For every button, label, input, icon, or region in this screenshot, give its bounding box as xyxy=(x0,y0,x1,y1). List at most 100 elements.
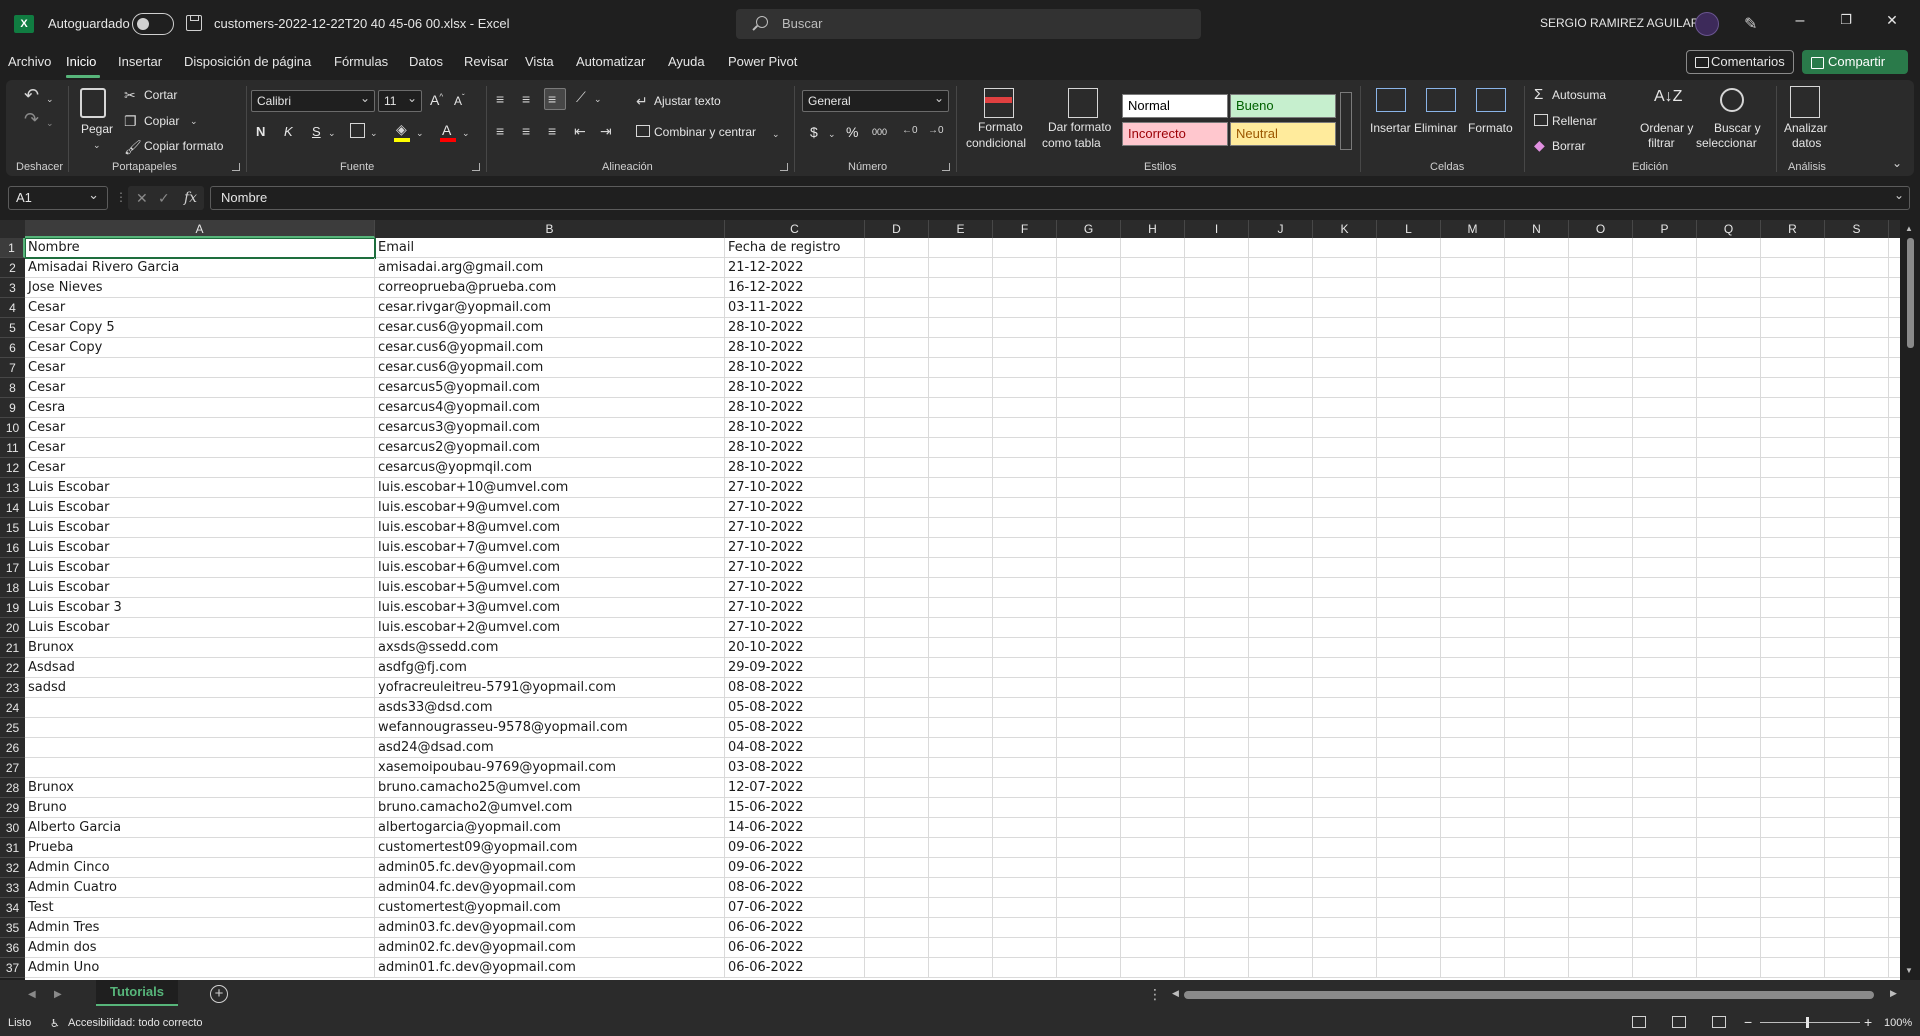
cell[interactable] xyxy=(1441,858,1505,878)
cell[interactable] xyxy=(1313,538,1377,558)
insert-function-icon[interactable]: fx xyxy=(184,186,197,210)
cell[interactable] xyxy=(993,678,1057,698)
row-header[interactable]: 14 xyxy=(0,498,25,518)
cell[interactable] xyxy=(1505,558,1569,578)
cell[interactable] xyxy=(1249,298,1313,318)
tab-insertar[interactable]: Insertar xyxy=(118,54,162,69)
cell[interactable] xyxy=(1761,558,1825,578)
cell[interactable] xyxy=(1121,278,1185,298)
cell[interactable] xyxy=(1057,958,1121,978)
cell[interactable] xyxy=(1377,938,1441,958)
cell[interactable]: bruno.camacho25@umvel.com xyxy=(375,778,725,798)
cell[interactable] xyxy=(1569,278,1633,298)
cell[interactable]: 07-06-2022 xyxy=(725,898,865,918)
cell[interactable] xyxy=(1441,258,1505,278)
autosum-label[interactable]: Autosuma xyxy=(1552,88,1606,102)
cell[interactable] xyxy=(993,958,1057,978)
cell[interactable] xyxy=(1505,698,1569,718)
cell[interactable] xyxy=(1313,338,1377,358)
cell[interactable] xyxy=(1569,458,1633,478)
cell[interactable] xyxy=(1441,498,1505,518)
tab-formulas[interactable]: Fórmulas xyxy=(334,54,388,69)
cell[interactable]: luis.escobar+7@umvel.com xyxy=(375,538,725,558)
cell[interactable]: asd24@dsad.com xyxy=(375,738,725,758)
row-header[interactable]: 11 xyxy=(0,438,25,458)
cell[interactable] xyxy=(1377,258,1441,278)
cell[interactable] xyxy=(865,278,929,298)
cell[interactable] xyxy=(1633,658,1697,678)
row-header[interactable]: 32 xyxy=(0,858,25,878)
format-cells-label[interactable]: Formato xyxy=(1468,121,1513,135)
cell[interactable] xyxy=(1377,918,1441,938)
cell[interactable] xyxy=(1505,538,1569,558)
find-select-icon[interactable] xyxy=(1720,88,1744,112)
cell[interactable] xyxy=(1121,618,1185,638)
cell[interactable]: Admin Tres xyxy=(25,918,375,938)
cell[interactable] xyxy=(1505,898,1569,918)
cell[interactable] xyxy=(1569,698,1633,718)
cell[interactable] xyxy=(1569,398,1633,418)
cell[interactable] xyxy=(1633,698,1697,718)
cell[interactable] xyxy=(1377,298,1441,318)
cell[interactable] xyxy=(1697,678,1761,698)
cell[interactable] xyxy=(1121,498,1185,518)
cell[interactable] xyxy=(1697,298,1761,318)
cell[interactable] xyxy=(1441,778,1505,798)
cell[interactable] xyxy=(1697,418,1761,438)
cell[interactable] xyxy=(1121,258,1185,278)
cell[interactable] xyxy=(1697,278,1761,298)
column-header[interactable]: E xyxy=(929,220,993,238)
cell[interactable] xyxy=(1377,858,1441,878)
cell[interactable] xyxy=(993,558,1057,578)
thousands-icon[interactable]: 000 xyxy=(872,127,887,137)
cell[interactable] xyxy=(1185,678,1249,698)
cell[interactable] xyxy=(1441,318,1505,338)
cell[interactable] xyxy=(1057,818,1121,838)
cell[interactable] xyxy=(1377,718,1441,738)
cell[interactable]: Cesar xyxy=(25,418,375,438)
cell[interactable]: admin05.fc.dev@yopmail.com xyxy=(375,858,725,878)
cell[interactable] xyxy=(1121,578,1185,598)
cell[interactable] xyxy=(1569,658,1633,678)
cell[interactable] xyxy=(1633,538,1697,558)
accessibility-status[interactable]: Accesibilidad: todo correcto xyxy=(68,1017,203,1029)
cell[interactable] xyxy=(865,838,929,858)
cell[interactable]: Cesar xyxy=(25,438,375,458)
user-name[interactable]: SERGIO RAMIREZ AGUILAR xyxy=(1540,16,1699,30)
cell[interactable] xyxy=(1761,598,1825,618)
cell[interactable] xyxy=(1185,358,1249,378)
cell[interactable] xyxy=(1057,858,1121,878)
cell[interactable]: Cesar Copy 5 xyxy=(25,318,375,338)
cell[interactable] xyxy=(1185,518,1249,538)
style-neutral[interactable]: Neutral xyxy=(1230,122,1336,146)
cell[interactable] xyxy=(1313,318,1377,338)
underline-dropdown-icon[interactable]: ⌄ xyxy=(328,126,336,140)
cell[interactable] xyxy=(1825,818,1889,838)
cell[interactable] xyxy=(1633,458,1697,478)
cell[interactable] xyxy=(1121,798,1185,818)
cell[interactable] xyxy=(929,678,993,698)
cell[interactable] xyxy=(929,518,993,538)
column-header[interactable]: Q xyxy=(1697,220,1761,238)
cell[interactable] xyxy=(1441,298,1505,318)
cell[interactable] xyxy=(1633,878,1697,898)
cell[interactable] xyxy=(1377,958,1441,978)
cell[interactable] xyxy=(1825,898,1889,918)
cell[interactable] xyxy=(1377,758,1441,778)
cell[interactable] xyxy=(1313,858,1377,878)
cell[interactable] xyxy=(865,718,929,738)
cell[interactable] xyxy=(1441,378,1505,398)
cell[interactable] xyxy=(1569,858,1633,878)
cell[interactable] xyxy=(1057,458,1121,478)
collapse-ribbon-icon[interactable]: ⌄ xyxy=(1892,156,1902,170)
cell[interactable] xyxy=(1761,418,1825,438)
cell[interactable] xyxy=(1249,598,1313,618)
cell[interactable] xyxy=(1121,918,1185,938)
cell[interactable] xyxy=(1377,418,1441,438)
cell[interactable] xyxy=(1825,938,1889,958)
tab-inicio[interactable]: Inicio xyxy=(66,54,96,69)
delete-cells-icon[interactable] xyxy=(1426,88,1456,112)
merge-center-icon[interactable] xyxy=(636,125,650,137)
cell[interactable] xyxy=(929,318,993,338)
cell[interactable] xyxy=(1633,438,1697,458)
